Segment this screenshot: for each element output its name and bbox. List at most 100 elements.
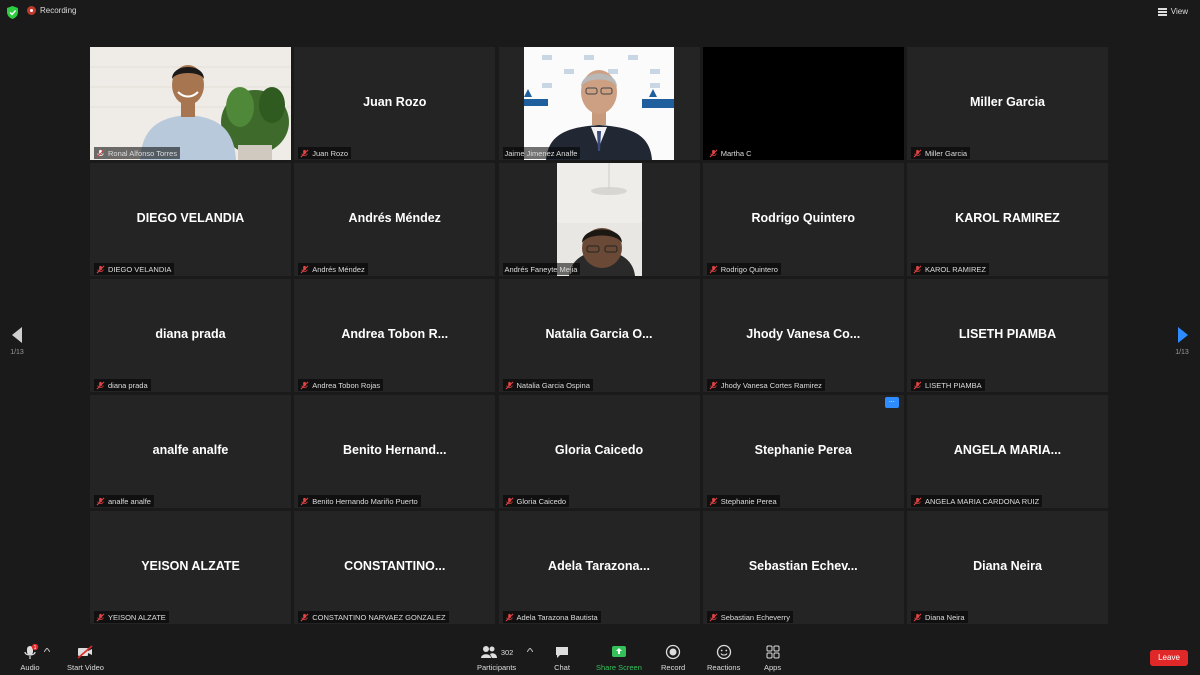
previous-page-button[interactable]: 1/13 xyxy=(7,327,27,356)
record-label: Record xyxy=(661,663,686,672)
participant-display-name: LISETH PIAMBA xyxy=(958,327,1057,341)
muted-mic-icon xyxy=(913,265,922,274)
participant-display-name: Andrea Tobon R... xyxy=(341,327,449,341)
smiley-icon xyxy=(716,644,731,660)
leave-button[interactable]: Leave xyxy=(1150,650,1188,666)
reactions-button[interactable]: Reactions xyxy=(707,644,740,672)
muted-mic-icon xyxy=(300,149,309,158)
participant-video-frame xyxy=(556,163,642,276)
participant-tile[interactable]: Andrés Faneyte Mejia xyxy=(498,163,700,276)
participant-name: diana prada xyxy=(108,380,148,390)
participant-name-label: Diana Neira xyxy=(911,611,968,623)
participant-tile[interactable]: Andrea Tobon R... Andrea Tobon Rojas xyxy=(294,279,496,392)
participant-tile[interactable]: CONSTANTINO... CONSTANTINO NARVAEZ GONZAL… xyxy=(294,511,496,624)
participant-name-label: DIEGO VELANDIA xyxy=(94,263,175,275)
participant-tile[interactable]: Martha C xyxy=(702,47,904,160)
participant-name-label: Gloria Caicedo xyxy=(502,495,570,507)
participant-name: Adela Tarazona Bautista xyxy=(516,612,598,622)
participant-tile[interactable]: YEISON ALZATE YEISON ALZATE xyxy=(90,511,291,624)
participant-tile[interactable]: Gloria Caicedo Gloria Caicedo xyxy=(498,395,700,508)
participant-name-label: Andrés Méndez xyxy=(298,263,368,275)
apps-label: Apps xyxy=(764,663,782,672)
participant-tile[interactable]: DIEGO VELANDIA DIEGO VELANDIA xyxy=(90,163,291,276)
chat-button[interactable]: Chat xyxy=(554,644,570,672)
participants-count: 302 xyxy=(500,647,514,657)
participant-display-name: Natalia Garcia O... xyxy=(545,327,653,341)
participant-name: Gloria Caicedo xyxy=(516,496,567,506)
recording-icon xyxy=(27,6,36,15)
participant-tile[interactable]: diana prada diana prada xyxy=(90,279,291,392)
participant-tile[interactable]: KAROL RAMIREZ KAROL RAMIREZ xyxy=(907,163,1108,276)
participant-tile[interactable]: Rodrigo Quintero Rodrigo Quintero xyxy=(702,163,904,276)
recording-indicator[interactable]: Recording xyxy=(27,6,76,15)
participant-tile[interactable]: Adela Tarazona... Adela Tarazona Bautista xyxy=(498,511,700,624)
participant-name: Natalia Garcia Ospina xyxy=(516,380,590,390)
more-options-button[interactable]: ... xyxy=(884,397,899,408)
participant-tile[interactable]: Jaime Jimenez Analfe xyxy=(498,47,700,160)
participant-name-label: Adela Tarazona Bautista xyxy=(502,611,601,623)
chat-icon xyxy=(556,647,568,658)
chevron-up-icon xyxy=(44,648,50,652)
participant-name: Miller Garcia xyxy=(925,148,968,158)
muted-mic-icon xyxy=(96,149,105,158)
participant-tile[interactable]: Ronal Alfonso Torres xyxy=(90,47,291,160)
audio-options-caret[interactable] xyxy=(44,648,50,655)
participant-tile[interactable]: ANGELA MARIA... ANGELA MARIA CARDONA RUIZ xyxy=(907,395,1108,508)
record-button[interactable]: Record xyxy=(661,644,685,672)
participant-display-name: Stephanie Perea xyxy=(754,443,852,457)
muted-mic-icon xyxy=(96,381,105,390)
participant-name-label: ANGELA MARIA CARDONA RUIZ xyxy=(911,495,1043,507)
participants-button[interactable]: 302 Participants xyxy=(477,644,516,672)
participant-name: KAROL RAMIREZ xyxy=(925,264,986,274)
participant-name: Sebastian Echeverry xyxy=(720,612,790,622)
participant-name-label: Juan Rozo xyxy=(298,147,352,159)
participant-tile[interactable]: Juan Rozo Juan Rozo xyxy=(294,47,496,160)
participant-name: Jhody Vanesa Cortes Ramirez xyxy=(720,380,822,390)
participant-tile[interactable]: Benito Hernand... Benito Hernando Mariño … xyxy=(294,395,496,508)
participant-tile[interactable]: Sebastian Echev... Sebastian Echeverry xyxy=(702,511,904,624)
participant-tile[interactable]: Stephanie Perea... Stephanie Perea xyxy=(702,395,904,508)
share-screen-button[interactable]: Share Screen xyxy=(596,644,642,672)
apps-icon xyxy=(766,645,780,659)
participant-name: Rodrigo Quintero xyxy=(720,264,778,274)
shield-icon[interactable] xyxy=(7,6,18,19)
muted-mic-icon xyxy=(505,497,514,506)
participant-tile[interactable]: Miller Garcia Miller Garcia xyxy=(907,47,1108,160)
muted-mic-icon xyxy=(709,613,718,622)
apps-button[interactable]: Apps xyxy=(764,644,781,672)
participant-display-name: YEISON ALZATE xyxy=(141,559,240,573)
view-button[interactable]: View xyxy=(1157,7,1188,16)
participant-tile[interactable]: Andrés Méndez Andrés Méndez xyxy=(294,163,496,276)
participant-name: Martha C xyxy=(720,148,752,158)
audio-button[interactable]: 1 Audio xyxy=(18,644,42,672)
participant-name: Ronal Alfonso Torres xyxy=(108,148,178,158)
participant-display-name: Jhody Vanesa Co... xyxy=(746,327,861,341)
participant-name-label: Miller Garcia xyxy=(911,147,971,159)
participant-display-name: Gloria Caicedo xyxy=(554,443,644,457)
participant-tile[interactable]: analfe analfe analfe analfe xyxy=(90,395,291,508)
share-screen-label: Share Screen xyxy=(596,663,642,672)
muted-mic-icon xyxy=(96,265,105,274)
reactions-label: Reactions xyxy=(707,663,741,672)
participants-options-caret[interactable] xyxy=(527,648,533,655)
audio-badge: 1 xyxy=(34,645,37,651)
participant-name-label: Rodrigo Quintero xyxy=(706,263,781,275)
share-screen-icon xyxy=(611,646,626,657)
participant-tile[interactable]: Diana Neira Diana Neira xyxy=(907,511,1108,624)
muted-mic-icon xyxy=(709,381,718,390)
chevron-up-icon xyxy=(527,648,533,652)
participant-name-label: LISETH PIAMBA xyxy=(911,379,985,391)
participant-tile[interactable]: LISETH PIAMBA LISETH PIAMBA xyxy=(907,279,1108,392)
participant-name-label: YEISON ALZATE xyxy=(94,611,169,623)
gallery-grid: Ronal Alfonso Torres Juan Rozo Juan Rozo xyxy=(90,47,1108,628)
participant-display-name: CONSTANTINO... xyxy=(344,559,446,573)
participant-name: LISETH PIAMBA xyxy=(925,380,982,390)
start-video-button[interactable]: Start Video xyxy=(67,644,104,672)
participant-display-name: ANGELA MARIA... xyxy=(953,443,1062,457)
participant-tile[interactable]: Natalia Garcia O... Natalia Garcia Ospina xyxy=(498,279,700,392)
participant-name: YEISON ALZATE xyxy=(108,612,166,622)
participant-tile[interactable]: Jhody Vanesa Co... Jhody Vanesa Cortes Ra… xyxy=(702,279,904,392)
participant-name: DIEGO VELANDIA xyxy=(108,264,172,274)
muted-mic-icon xyxy=(709,149,718,158)
next-page-button[interactable]: 1/13 xyxy=(1172,327,1192,356)
